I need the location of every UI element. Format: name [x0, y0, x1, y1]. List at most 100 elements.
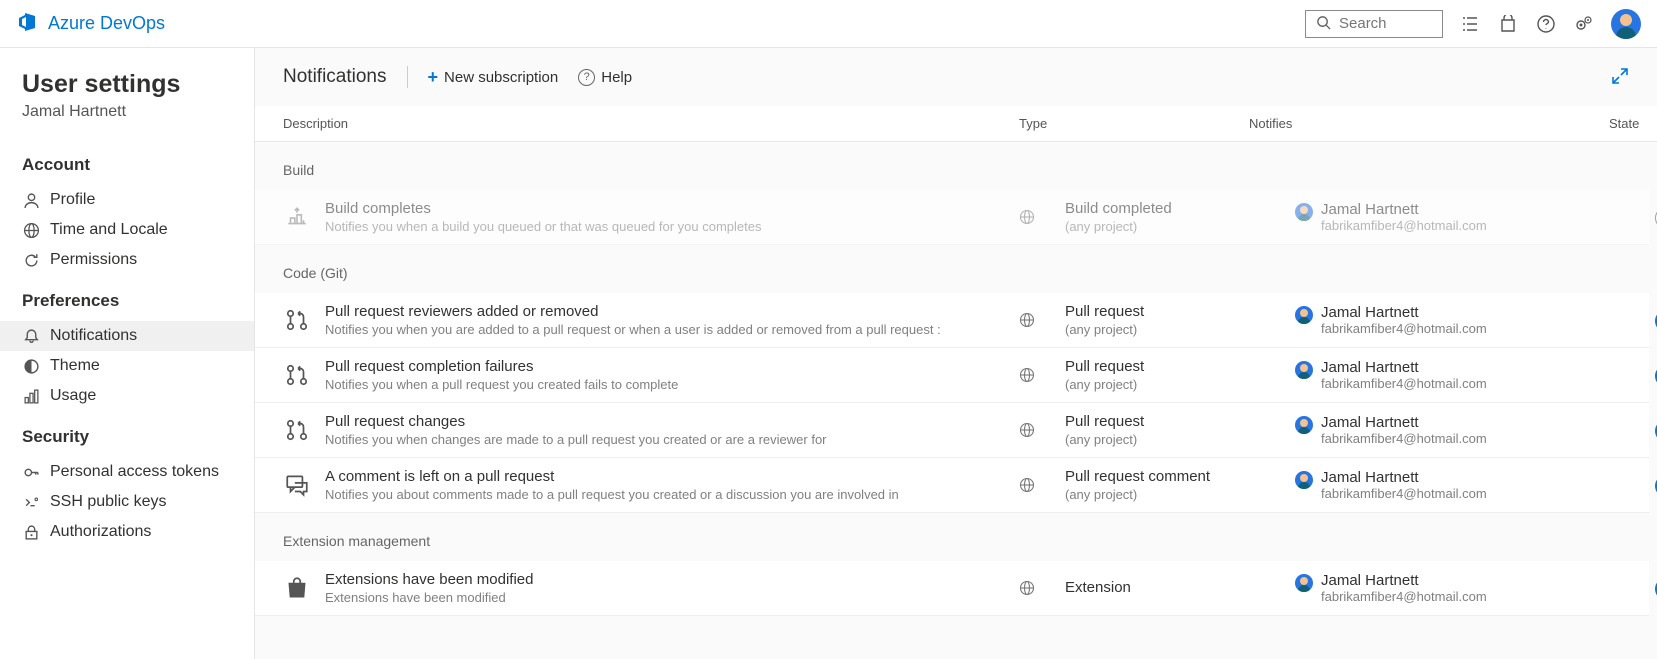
sidebar-item-label: Usage [50, 387, 96, 405]
search-box[interactable] [1305, 10, 1443, 38]
settings-icon[interactable] [1573, 13, 1595, 35]
table-header: Description Type Notifies State [255, 106, 1657, 142]
row-type-sub: (any project) [1065, 432, 1295, 447]
comment-icon [283, 471, 311, 499]
group-header: Code (Git) [255, 245, 1649, 293]
notifies-avatar [1295, 306, 1313, 324]
row-type: Build completed [1065, 200, 1295, 217]
notifies-avatar [1295, 361, 1313, 379]
sidebar-item-usage[interactable]: Usage [0, 381, 254, 411]
new-subscription-button[interactable]: + New subscription [428, 67, 559, 88]
sidebar-item-label: Profile [50, 191, 95, 209]
table-row[interactable]: Build completes Notifies you when a buil… [255, 190, 1649, 245]
sidebar-item-label: Permissions [50, 251, 137, 269]
row-type-sub: (any project) [1065, 487, 1295, 502]
marketplace-icon[interactable] [1497, 13, 1519, 35]
notifies-email: fabrikamfiber4@hotmail.com [1321, 589, 1487, 604]
sidebar: User settings Jamal Hartnett AccountProf… [0, 48, 255, 659]
pr-icon [283, 306, 311, 334]
notifies-avatar [1295, 416, 1313, 434]
sidebar-group-header: Preferences [0, 275, 254, 321]
notifies-name: Jamal Hartnett [1321, 359, 1487, 376]
content-title: Notifications [283, 66, 408, 88]
user-avatar[interactable] [1611, 9, 1641, 39]
notifies-email: fabrikamfiber4@hotmail.com [1321, 321, 1487, 336]
group-header: Build [255, 142, 1649, 190]
table-row[interactable]: Pull request reviewers added or removed … [255, 293, 1649, 348]
globe-icon [1019, 312, 1035, 328]
sidebar-item-personal-access-tokens[interactable]: Personal access tokens [0, 457, 254, 487]
work-items-icon[interactable] [1459, 13, 1481, 35]
notifies-email: fabrikamfiber4@hotmail.com [1321, 431, 1487, 446]
theme-icon [22, 357, 40, 375]
row-subtitle: Notifies you when a pull request you cre… [325, 377, 1019, 392]
sidebar-item-theme[interactable]: Theme [0, 351, 254, 381]
sidebar-group-header: Security [0, 411, 254, 457]
refresh-icon [22, 251, 40, 269]
ssh-icon [22, 493, 40, 511]
expand-icon[interactable] [1611, 67, 1629, 88]
sidebar-item-label: SSH public keys [50, 493, 167, 511]
row-type-sub: (any project) [1065, 322, 1295, 337]
notifies-name: Jamal Hartnett [1321, 469, 1487, 486]
help-icon[interactable] [1535, 13, 1557, 35]
lock-icon [22, 523, 40, 541]
brand-area[interactable]: Azure DevOps [16, 10, 165, 37]
sidebar-item-label: Authorizations [50, 523, 151, 541]
person-icon [22, 191, 40, 209]
sidebar-group-header: Account [0, 139, 254, 185]
table-row[interactable]: Extensions have been modified Extensions… [255, 561, 1649, 616]
chart-icon [22, 387, 40, 405]
sidebar-item-time-and-locale[interactable]: Time and Locale [0, 215, 254, 245]
pr-icon [283, 361, 311, 389]
sidebar-item-label: Personal access tokens [50, 463, 219, 481]
row-type: Extension [1065, 579, 1295, 596]
sidebar-item-permissions[interactable]: Permissions [0, 245, 254, 275]
row-title: Build completes [325, 200, 1019, 217]
col-state[interactable]: State [1609, 116, 1639, 131]
table-row[interactable]: Pull request completion failures Notifie… [255, 348, 1649, 403]
brand-text: Azure DevOps [48, 13, 165, 34]
help-circle-icon: ? [578, 69, 595, 86]
table-body[interactable]: Build Build completes Notifies you when … [255, 142, 1657, 659]
notifies-email: fabrikamfiber4@hotmail.com [1321, 376, 1487, 391]
sidebar-item-authorizations[interactable]: Authorizations [0, 517, 254, 547]
globe-icon [1019, 367, 1035, 383]
azure-devops-logo-icon [16, 10, 40, 37]
sidebar-item-ssh-public-keys[interactable]: SSH public keys [0, 487, 254, 517]
sidebar-item-label: Time and Locale [50, 221, 168, 239]
table-row[interactable]: Pull request changes Notifies you when c… [255, 403, 1649, 458]
notifies-name: Jamal Hartnett [1321, 414, 1487, 431]
new-subscription-label: New subscription [444, 69, 558, 86]
row-title: Pull request reviewers added or removed [325, 303, 1019, 320]
notifies-name: Jamal Hartnett [1321, 201, 1487, 218]
globe-icon [1019, 580, 1035, 596]
table-row[interactable]: A comment is left on a pull request Noti… [255, 458, 1649, 513]
help-button[interactable]: ? Help [578, 69, 632, 86]
col-notifies[interactable]: Notifies [1249, 116, 1609, 131]
bag-icon [283, 574, 311, 602]
notifies-avatar [1295, 574, 1313, 592]
build-icon [283, 203, 311, 231]
globe-icon [22, 221, 40, 239]
sidebar-item-profile[interactable]: Profile [0, 185, 254, 215]
page-subtitle: Jamal Hartnett [0, 103, 254, 139]
globe-icon [1019, 209, 1035, 225]
search-input[interactable] [1339, 15, 1429, 32]
sidebar-item-notifications[interactable]: Notifications [0, 321, 254, 351]
search-icon [1316, 15, 1331, 33]
key-icon [22, 463, 40, 481]
notifies-avatar [1295, 471, 1313, 489]
sidebar-item-label: Notifications [50, 327, 137, 345]
bell-icon [22, 327, 40, 345]
row-title: Pull request completion failures [325, 358, 1019, 375]
sidebar-item-label: Theme [50, 357, 100, 375]
col-description[interactable]: Description [283, 116, 1019, 131]
help-label: Help [601, 69, 632, 86]
globe-icon [1019, 477, 1035, 493]
top-bar: Azure DevOps [0, 0, 1657, 48]
pr-icon [283, 416, 311, 444]
col-type[interactable]: Type [1019, 116, 1249, 131]
row-type: Pull request [1065, 413, 1295, 430]
row-subtitle: Notifies you about comments made to a pu… [325, 487, 1019, 502]
